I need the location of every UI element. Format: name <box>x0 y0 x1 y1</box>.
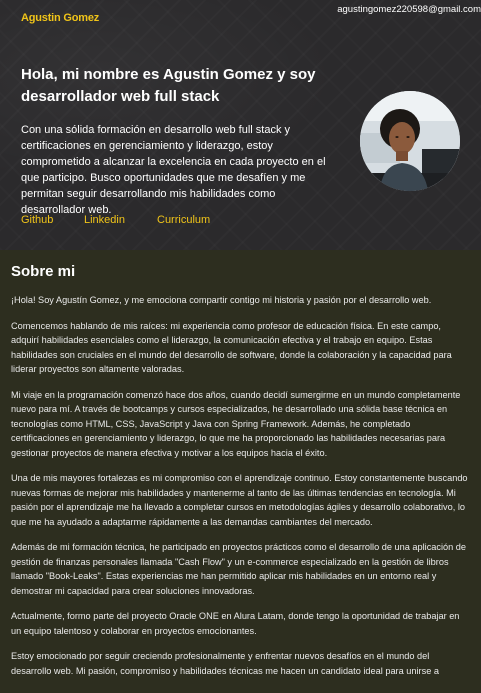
curriculum-link[interactable]: Curriculum <box>157 214 210 226</box>
linkedin-link[interactable]: Linkedin <box>84 214 157 226</box>
profile-photo-icon <box>360 91 460 191</box>
about-paragraph: Actualmente, formo parte del proyecto Or… <box>11 611 460 636</box>
about-paragraph: Comencemos hablando de mis raíces: mi ex… <box>11 320 452 375</box>
email-link[interactable]: agustingomez220598@gmail.com <box>337 4 481 15</box>
about-paragraph: ¡Hola! Soy Agustín Gomez, y me emociona … <box>11 295 432 305</box>
about-title: Sobre mi <box>11 263 76 280</box>
avatar <box>360 91 460 191</box>
about-paragraph: Mi viaje en la programación comenzó hace… <box>11 389 461 458</box>
hero-section: Agustin Gomez agustingomez220598@gmail.c… <box>0 0 481 250</box>
profile-links: Github Linkedin Curriculum <box>21 214 210 226</box>
about-paragraph: Además de mi formación técnica, he parti… <box>11 542 467 596</box>
about-paragraph: Estoy emocionado por seguir creciendo pr… <box>11 651 439 676</box>
about-section: Sobre mi ¡Hola! Soy Agustín Gomez, y me … <box>0 250 481 693</box>
intro-text: Con una sólida formación en desarrollo w… <box>21 124 326 216</box>
logo[interactable]: Agustin Gomez <box>21 12 99 24</box>
about-paragraph: Una de mis mayores fortalezas es mi comp… <box>11 473 468 527</box>
page-title: Hola, mi nombre es Agustin Gomez y soy d… <box>21 66 316 105</box>
github-link[interactable]: Github <box>21 214 84 226</box>
